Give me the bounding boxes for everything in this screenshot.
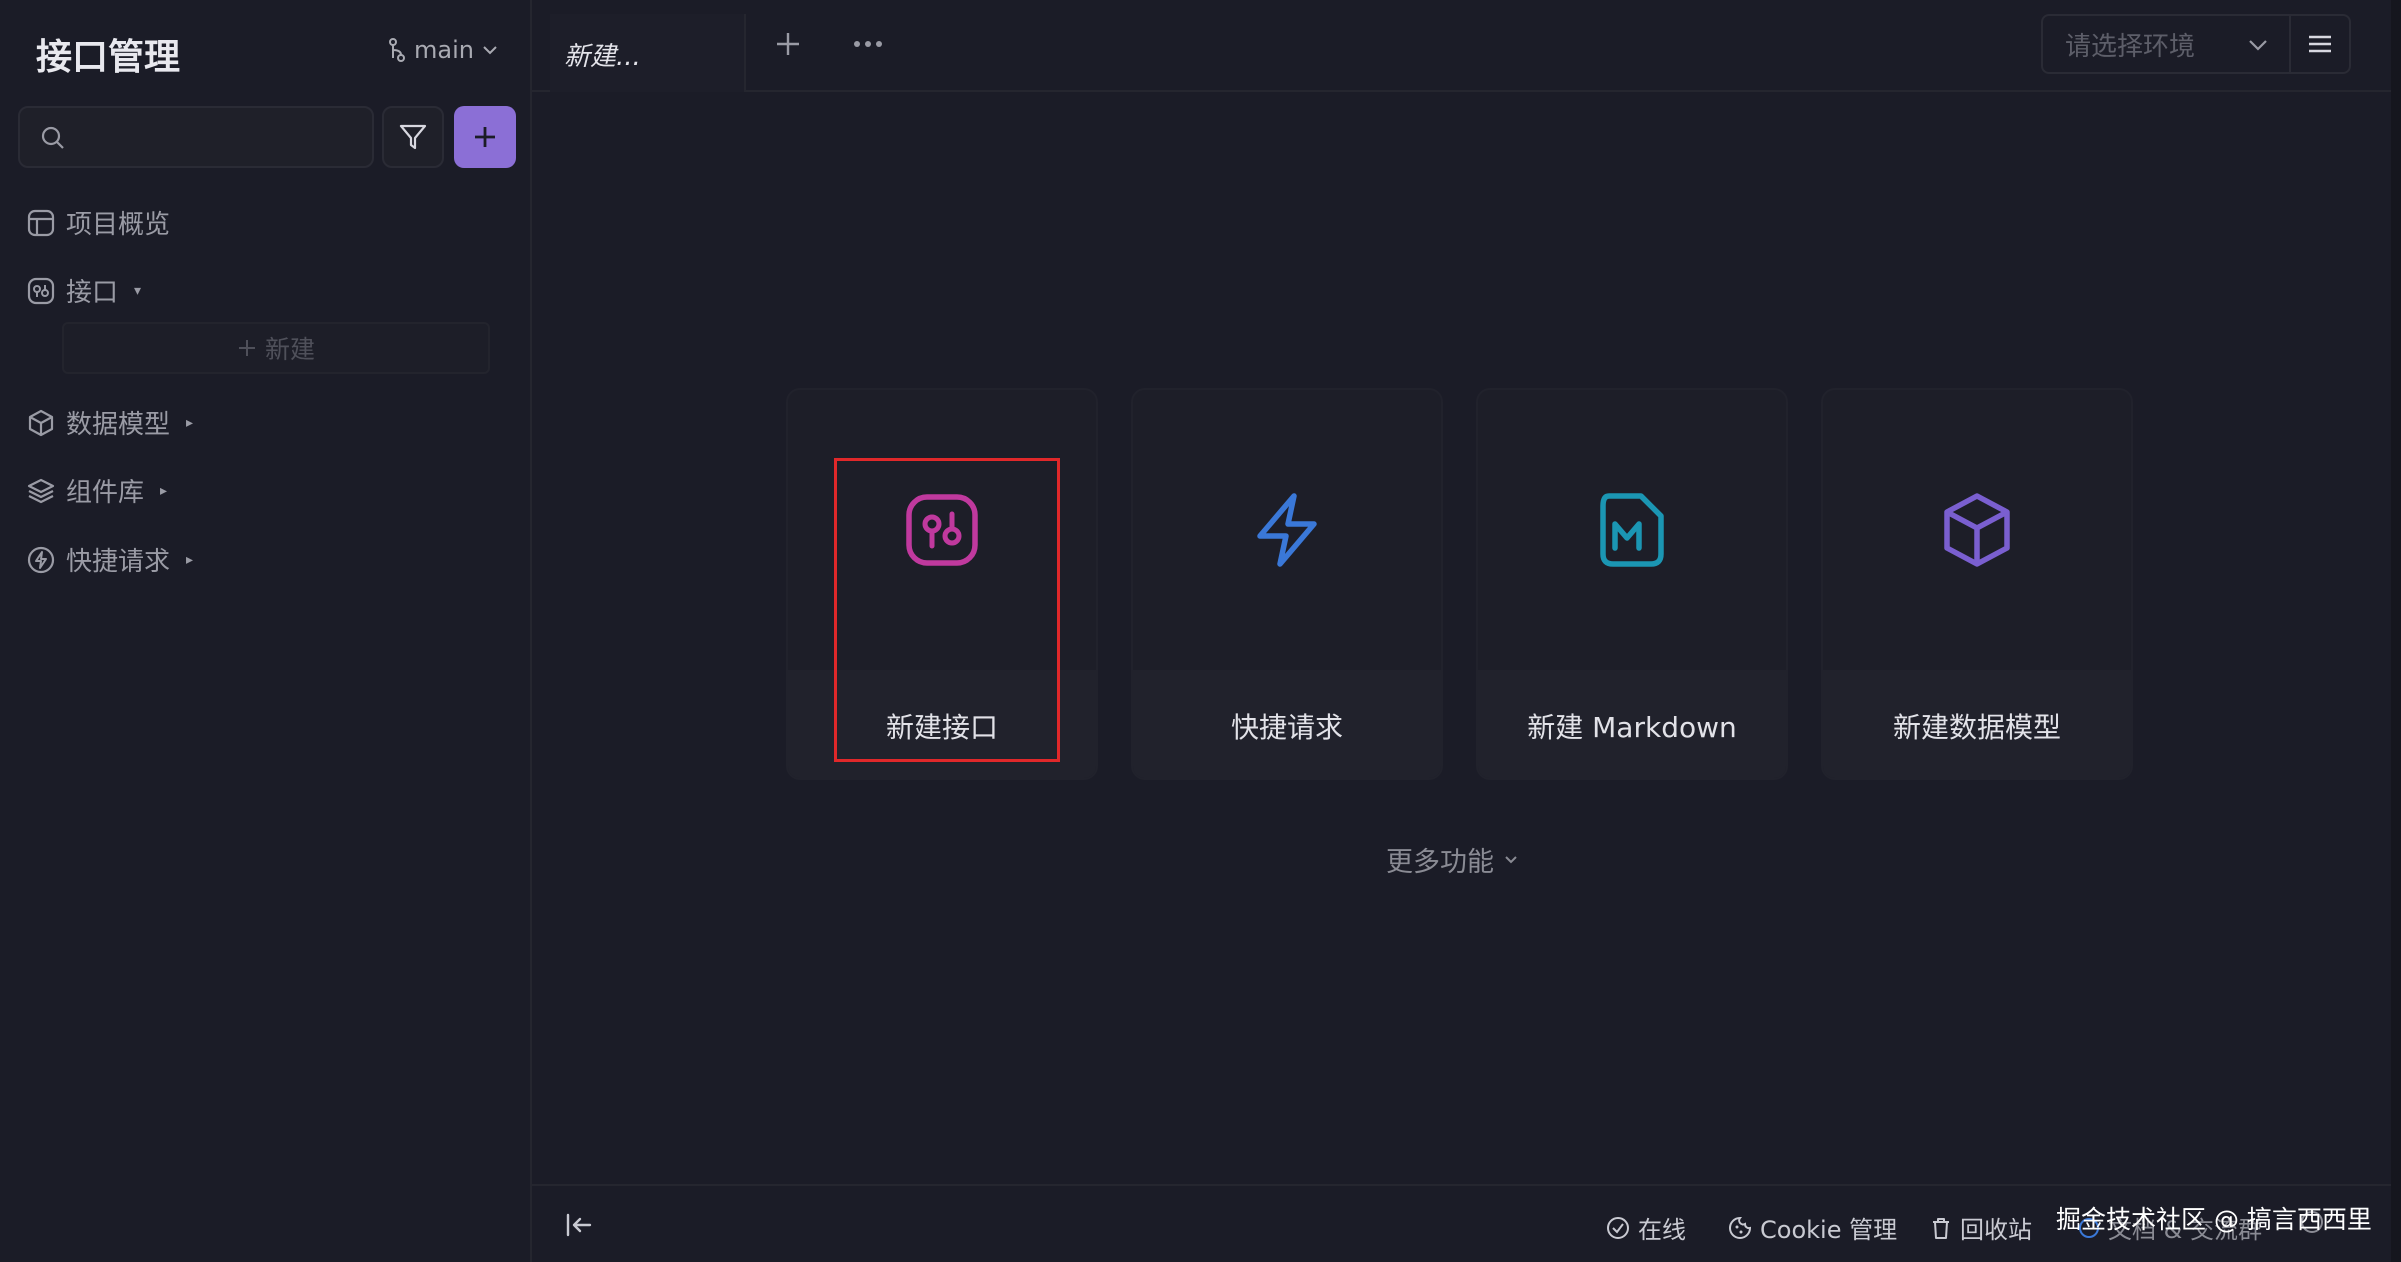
- api-icon: [904, 492, 980, 568]
- more-features-toggle[interactable]: 更多功能: [1386, 840, 1518, 879]
- cookie-label: Cookie 管理: [1760, 1216, 1898, 1244]
- sidebar-item-overview[interactable]: 项目概览: [26, 204, 170, 241]
- more-features-label: 更多功能: [1386, 847, 1494, 878]
- sidebar: 接口管理 main 项目概览 接口 ▾ 新建 数据模型 ▸ 组件库 ▸ 快捷请求…: [0, 0, 532, 1262]
- new-label: 新建: [264, 335, 315, 364]
- environment-select[interactable]: 请选择环境: [2041, 14, 2289, 74]
- caret-right-icon: ▸: [186, 414, 194, 431]
- sidebar-item-api[interactable]: 接口 ▾: [26, 272, 141, 309]
- tab-bar: 新建... 请选择环境: [532, 0, 2391, 92]
- chevron-down-icon: [1504, 855, 1518, 865]
- bolt-icon: [26, 545, 56, 575]
- branch-name: main: [414, 36, 474, 64]
- bolt-icon: [1252, 492, 1322, 568]
- search-icon: [40, 125, 66, 151]
- collapse-sidebar-button[interactable]: [564, 1210, 594, 1240]
- menu-button[interactable]: [2289, 14, 2351, 74]
- api-icon: [26, 276, 56, 306]
- sidebar-new-button[interactable]: 新建: [62, 322, 490, 374]
- search-input[interactable]: [78, 118, 362, 160]
- sidebar-item-label: 快捷请求: [66, 547, 171, 577]
- window-edge: [2391, 0, 2401, 1262]
- online-status[interactable]: 在线: [1606, 1210, 1686, 1245]
- caret-right-icon: ▸: [160, 482, 168, 499]
- tab-new[interactable]: 新建...: [550, 14, 746, 92]
- trash-icon: [1930, 1216, 1952, 1240]
- card-label: 新建接口: [788, 670, 1096, 778]
- branch-selector[interactable]: main: [388, 36, 498, 64]
- plus-icon: [237, 338, 257, 358]
- app-title: 接口管理: [36, 37, 181, 78]
- recycle-label: 回收站: [1960, 1216, 2032, 1244]
- sidebar-item-label: 接口: [66, 278, 119, 308]
- filter-icon: [398, 122, 428, 152]
- sidebar-item-quick-request[interactable]: 快捷请求 ▸: [26, 541, 193, 578]
- card-label: 新建数据模型: [1823, 670, 2131, 778]
- hamburger-icon: [2307, 33, 2333, 55]
- sidebar-item-label: 项目概览: [66, 210, 171, 240]
- card-label: 新建 Markdown: [1478, 670, 1786, 778]
- add-button[interactable]: [454, 106, 516, 168]
- git-branch-icon: [388, 38, 406, 62]
- filter-button[interactable]: [382, 106, 444, 168]
- card-new-api[interactable]: 新建接口: [786, 388, 1098, 780]
- cookie-manager-button[interactable]: Cookie 管理: [1728, 1210, 1897, 1245]
- recycle-bin-button[interactable]: 回收站: [1930, 1210, 2032, 1245]
- online-label: 在线: [1638, 1216, 1686, 1244]
- chevron-down-icon: [2247, 34, 2269, 56]
- sidebar-item-data-model[interactable]: 数据模型 ▸: [26, 404, 193, 441]
- cube-icon: [1941, 492, 2013, 568]
- sidebar-item-label: 组件库: [66, 478, 145, 508]
- environment-placeholder: 请选择环境: [2065, 31, 2196, 62]
- cookie-icon: [1728, 1216, 1752, 1240]
- caret-down-icon: ▾: [134, 282, 142, 299]
- more-tabs-button[interactable]: [852, 30, 884, 58]
- search-box[interactable]: [18, 106, 374, 168]
- card-new-markdown[interactable]: 新建 Markdown: [1476, 388, 1788, 780]
- sidebar-item-components[interactable]: 组件库 ▸: [26, 472, 167, 509]
- cube-icon: [26, 408, 56, 438]
- watermark: 掘金技术社区 @ 搞言西西里: [2056, 1205, 2372, 1234]
- caret-right-icon: ▸: [186, 551, 194, 568]
- sidebar-item-label: 数据模型: [66, 410, 171, 440]
- card-label: 快捷请求: [1133, 670, 1441, 778]
- layers-icon: [26, 476, 56, 506]
- markdown-icon: [1597, 492, 1667, 568]
- new-tab-button[interactable]: [774, 30, 802, 58]
- card-quick-request[interactable]: 快捷请求: [1131, 388, 1443, 780]
- layout-icon: [26, 208, 56, 238]
- plus-icon: [472, 124, 498, 150]
- chevron-down-icon: [482, 45, 498, 55]
- card-new-data-model[interactable]: 新建数据模型: [1821, 388, 2133, 780]
- check-circle-icon: [1606, 1216, 1630, 1240]
